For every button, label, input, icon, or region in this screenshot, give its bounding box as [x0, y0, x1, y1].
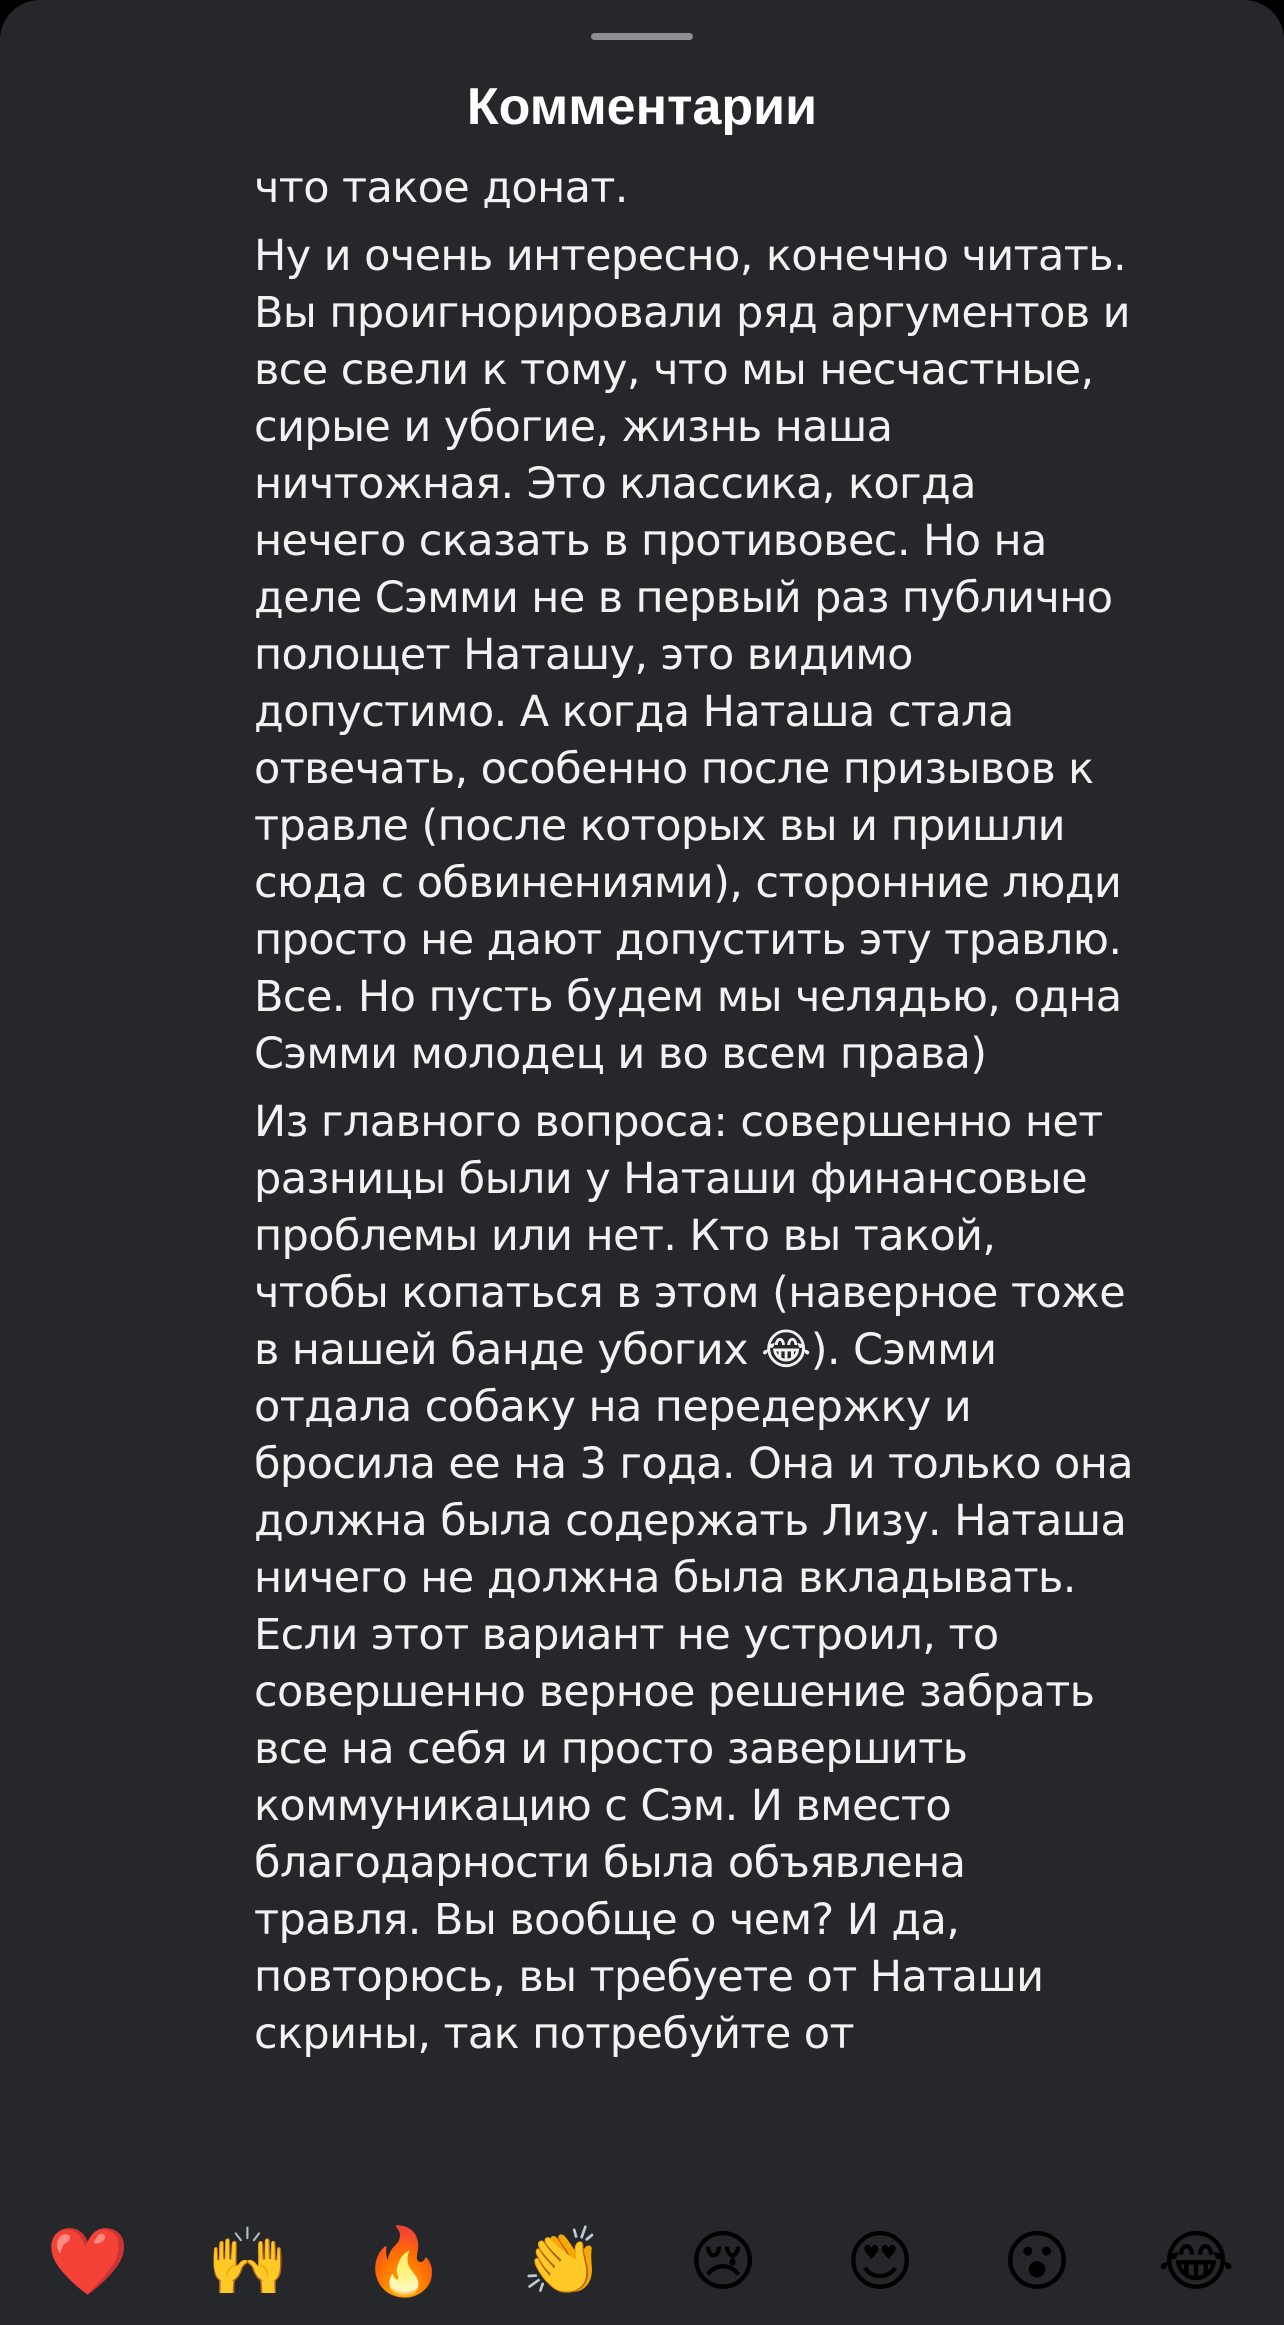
tears-of-joy-face-icon[interactable]: 😂 — [1146, 2212, 1246, 2312]
comment-scroll-area[interactable]: что такое донат. Ну и очень интересно, к… — [0, 160, 1284, 2190]
comment-paragraph: Из главного вопроса: совершенно нет разн… — [254, 1097, 1134, 2059]
reaction-bar: ❤️ 🙌 🔥 👏 😢 😍 😮 😂 — [0, 2200, 1284, 2325]
red-heart-icon[interactable]: ❤️ — [38, 2212, 138, 2312]
page-title: Комментарии — [466, 78, 818, 136]
surprised-face-icon[interactable]: 😮 — [987, 2212, 1087, 2312]
clapping-hands-icon[interactable]: 👏 — [513, 2212, 613, 2312]
comment-paragraph: Ну и очень интересно, конечно читать. Вы… — [254, 231, 1131, 1079]
fire-icon[interactable]: 🔥 — [354, 2212, 454, 2312]
comments-sheet: Комментарии что такое донат. Ну и очень … — [0, 0, 1284, 2325]
scroll-fade — [0, 160, 1284, 168]
raising-hands-icon[interactable]: 🙌 — [198, 2212, 298, 2312]
comment-text: что такое донат. Ну и очень интересно, к… — [254, 160, 1134, 2074]
sheet-grabber-handle[interactable] — [591, 33, 693, 40]
heart-eyes-face-icon[interactable]: 😍 — [830, 2212, 930, 2312]
comment-paragraph: что такое донат. — [254, 163, 628, 213]
crying-face-icon[interactable]: 😢 — [673, 2212, 773, 2312]
